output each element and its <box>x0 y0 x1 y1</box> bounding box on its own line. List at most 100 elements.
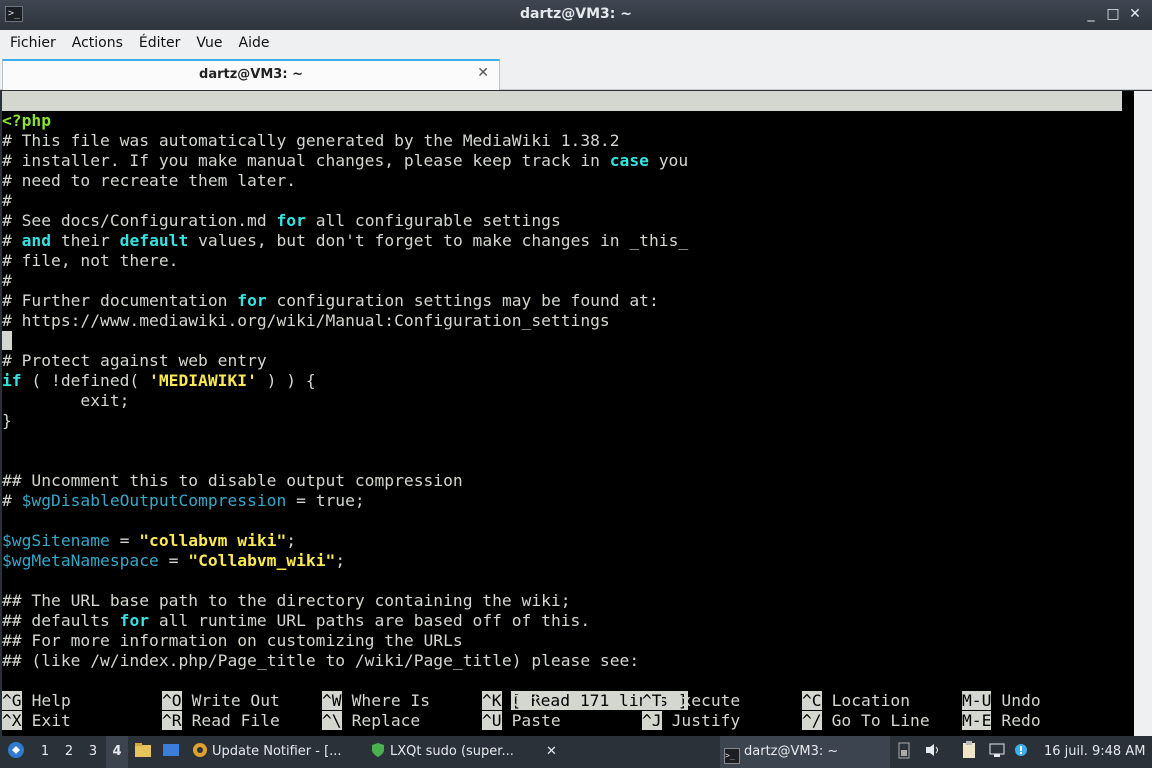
code-line: # installer. If you make manual changes,… <box>2 151 688 171</box>
code-token: "collabvm wiki" <box>139 531 287 550</box>
code-token: ## For more information on customizing t… <box>2 631 463 650</box>
tab-close-icon[interactable]: ✕ <box>477 65 489 81</box>
shortcut-key: ^T <box>642 691 662 710</box>
code-token: and <box>21 231 52 250</box>
minimize-button[interactable]: _ <box>1082 5 1100 23</box>
terminal-tab[interactable]: dartz@VM3: ~ ✕ <box>2 59 500 90</box>
shortcut-replace[interactable]: ^\ Replace <box>322 711 420 731</box>
code-token: = true; <box>286 491 365 510</box>
code-token: ) ) { <box>256 371 316 390</box>
shortcut-execute[interactable]: ^T Execute <box>642 691 740 711</box>
code-line: ## (like /w/index.php/Page_title to /wik… <box>2 651 639 671</box>
menu-fichier[interactable]: Fichier <box>2 35 64 51</box>
terminal-icon: >_ <box>724 748 740 764</box>
shortcut-label: Undo <box>1001 691 1041 710</box>
clock[interactable]: 16 juil. 9:48 AM <box>1044 736 1150 768</box>
task-label: LXQt sudo (super... <box>390 744 514 759</box>
shortcut-go-to-line[interactable]: ^/ Go To Line <box>802 711 930 731</box>
code-token: $wgMetaNamespace <box>2 551 159 570</box>
code-token: for <box>119 611 150 630</box>
code-token: default <box>119 231 189 250</box>
menu-vue[interactable]: Vue <box>188 35 230 51</box>
shortcut-key: ^/ <box>802 711 822 730</box>
code-line: if ( !defined( 'MEDIAWIKI' ) ) { <box>2 371 316 391</box>
code-token: # <box>2 191 12 210</box>
shortcut-undo[interactable]: M-U Undo <box>962 691 1041 711</box>
shortcut-label: Location <box>831 691 911 710</box>
show-desktop-icon[interactable] <box>162 736 184 768</box>
battery-icon[interactable] <box>898 736 916 768</box>
shortcut-location[interactable]: ^C Location <box>802 691 910 711</box>
shield-icon <box>372 743 384 757</box>
desktop-3[interactable]: 3 <box>82 736 104 768</box>
shortcut-justify[interactable]: ^J Justify <box>642 711 740 731</box>
code-token: $wgDisableOutputCompression <box>21 491 287 510</box>
shortcut-where-is[interactable]: ^W Where Is <box>322 691 430 711</box>
code-token: for <box>276 211 306 230</box>
shortcut-label: Execute <box>671 691 741 710</box>
network-icon[interactable] <box>988 736 1010 768</box>
code-token: exit; <box>2 391 130 410</box>
code-line: # Further documentation for configuratio… <box>2 291 659 311</box>
code-token: = <box>158 551 189 570</box>
close-button[interactable]: ✕ <box>1126 5 1144 23</box>
shortcut-help[interactable]: ^G Help <box>2 691 71 711</box>
update-icon <box>193 743 207 757</box>
tab-bar: dartz@VM3: ~ ✕ <box>0 56 1152 90</box>
task-lxqt-sudo[interactable]: LXQt sudo (super... <box>370 736 540 768</box>
terminal-scrollbar[interactable] <box>1134 91 1152 736</box>
shortcut-label: Read File <box>191 711 280 730</box>
file-manager-icon[interactable] <box>134 736 154 768</box>
shortcut-label: Justify <box>671 711 741 730</box>
menu-aide[interactable]: Aide <box>231 35 278 51</box>
code-token: # <box>2 231 22 250</box>
code-token: if <box>2 371 22 390</box>
code-token: # installer. If you make manual changes,… <box>2 151 610 170</box>
start-menu-icon[interactable] <box>4 736 28 768</box>
code-token: # This file was automatically generated … <box>2 131 620 150</box>
code-line: # This file was automatically generated … <box>2 131 620 151</box>
shortcut-read-file[interactable]: ^R Read File <box>162 711 280 731</box>
window-titlebar[interactable]: >_ dartz@VM3: ~ _ □ ✕ <box>0 0 1152 30</box>
shortcut-key: ^X <box>2 711 22 730</box>
code-line: # file, not there. <box>2 251 178 271</box>
menu-actions[interactable]: Actions <box>64 35 131 51</box>
text-cursor <box>2 331 12 350</box>
task-update-notifier[interactable]: Update Notifier - [... <box>192 736 362 768</box>
clipboard-icon[interactable] <box>962 736 982 768</box>
close-icon[interactable]: ✕ <box>546 736 566 768</box>
code-token: } <box>2 411 12 430</box>
code-token: "Collabvm_wiki" <box>188 551 336 570</box>
code-token: ; <box>335 551 346 570</box>
desktop-1[interactable]: 1 <box>34 736 56 768</box>
code-line: # https://www.mediawiki.org/wiki/Manual:… <box>2 311 610 331</box>
code-token: # Protect against web entry <box>2 351 267 370</box>
shortcut-paste[interactable]: ^U Paste <box>482 711 561 731</box>
task-terminal[interactable]: >_ dartz@VM3: ~ <box>720 736 890 768</box>
shortcut-key: ^J <box>642 711 662 730</box>
shortcut-exit[interactable]: ^X Exit <box>2 711 71 731</box>
code-token: ## Uncomment this to disable output comp… <box>2 471 463 490</box>
code-line: $wgMetaNamespace = "Collabvm_wiki"; <box>2 551 345 571</box>
maximize-button[interactable]: □ <box>1104 5 1122 23</box>
notification-icon[interactable] <box>1014 736 1034 768</box>
volume-icon[interactable] <box>924 736 946 768</box>
code-token: # file, not there. <box>2 251 179 270</box>
shortcut-write-out[interactable]: ^O Write Out <box>162 691 280 711</box>
shortcut-cut[interactable]: ^K Cut <box>482 691 541 711</box>
code-line: # <box>2 271 12 291</box>
desktop-2[interactable]: 2 <box>58 736 80 768</box>
taskbar: 1 2 3 4 Update Notifier - [... LXQt sudo… <box>0 736 1152 768</box>
shortcut-key: ^C <box>802 691 822 710</box>
code-token: all runtime URL paths are based off of t… <box>149 611 591 630</box>
shortcut-redo[interactable]: M-E Redo <box>962 711 1041 731</box>
shortcut-key: ^\ <box>322 711 342 730</box>
menu-editer[interactable]: Éditer <box>131 35 188 51</box>
shortcut-label: Replace <box>351 711 421 730</box>
terminal-view[interactable]: GNU nano 6.2 /var/www/html/LocalSettings… <box>2 91 1134 736</box>
desktop-4[interactable]: 4 <box>106 736 128 768</box>
shortcut-key: ^U <box>482 711 502 730</box>
status-line: [ Read 171 lines ] <box>472 671 688 710</box>
shortcut-label: Exit <box>31 711 71 730</box>
shortcut-key: ^K <box>482 691 502 710</box>
